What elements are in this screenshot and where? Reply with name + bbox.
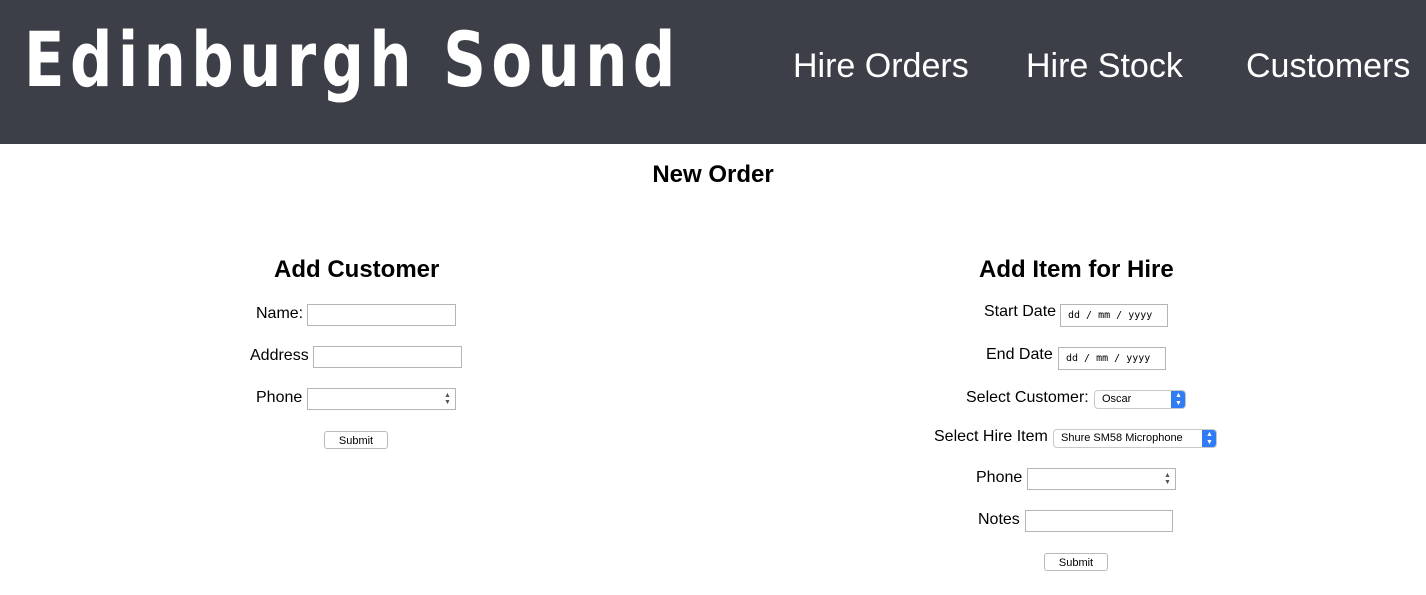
- name-field[interactable]: [307, 304, 456, 326]
- address-label: Address: [250, 347, 309, 364]
- notes-field[interactable]: [1025, 510, 1173, 532]
- nav-hire-orders[interactable]: Hire Orders: [793, 49, 969, 83]
- customer-select[interactable]: Oscar ▲ ▼: [1094, 390, 1186, 409]
- hire-item-select[interactable]: Shure SM58 Microphone ▲ ▼: [1053, 429, 1217, 448]
- chevron-up-down-icon: ▲ ▼: [1202, 430, 1216, 447]
- brand-logo[interactable]: Edinburgh Sound: [24, 22, 681, 98]
- chevron-up-down-icon: ▲ ▼: [1171, 391, 1185, 408]
- item-submit-button[interactable]: Submit: [1044, 553, 1108, 571]
- address-field[interactable]: [313, 346, 462, 368]
- notes-label: Notes: [978, 511, 1020, 528]
- nav-customers[interactable]: Customers: [1246, 49, 1410, 83]
- spinner-arrows-icon[interactable]: ▲ ▼: [1164, 472, 1171, 486]
- start-date-field[interactable]: dd / mm / yyyy: [1060, 304, 1168, 327]
- site-header: Edinburgh Sound Hire Orders Hire Stock C…: [0, 0, 1426, 144]
- start-date-label: Start Date: [984, 303, 1057, 320]
- page-title: New Order: [652, 161, 774, 188]
- add-customer-title: Add Customer: [274, 256, 440, 283]
- end-date-label: End Date: [986, 346, 1053, 363]
- select-hire-item-label: Select Hire Item: [934, 428, 1048, 445]
- phone-field[interactable]: ▲ ▼: [307, 388, 456, 410]
- item-phone-label: Phone: [976, 469, 1023, 486]
- select-customer-label: Select Customer:: [966, 389, 1089, 406]
- phone-label: Phone: [256, 389, 303, 406]
- hire-item-select-value: Shure SM58 Microphone: [1061, 432, 1183, 444]
- item-phone-field[interactable]: ▲ ▼: [1027, 468, 1176, 490]
- name-label: Name:: [256, 305, 304, 322]
- customer-select-value: Oscar: [1102, 393, 1132, 405]
- customer-submit-button[interactable]: Submit: [324, 431, 388, 449]
- add-item-title: Add Item for Hire: [979, 256, 1174, 283]
- end-date-field[interactable]: dd / mm / yyyy: [1058, 347, 1166, 370]
- spinner-arrows-icon[interactable]: ▲ ▼: [444, 392, 451, 406]
- nav-hire-stock[interactable]: Hire Stock: [1026, 49, 1183, 83]
